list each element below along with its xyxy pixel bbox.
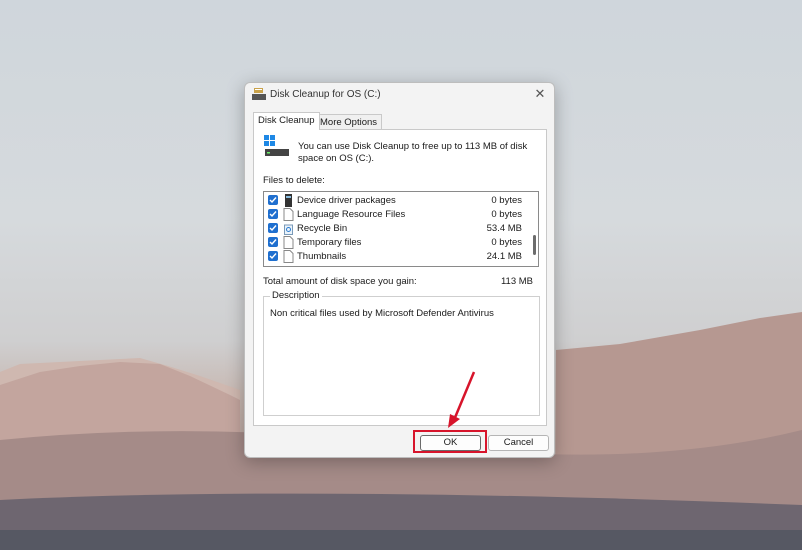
- file-name: Recycle Bin: [297, 223, 348, 234]
- files-list[interactable]: Device driver packages 0 bytes Language …: [263, 191, 539, 267]
- file-size: 53.4 MB: [486, 223, 522, 234]
- drive-icon: [264, 135, 289, 156]
- list-item[interactable]: Thumbnails 24.1 MB: [264, 250, 526, 264]
- driver-icon: [285, 194, 292, 207]
- checkmark-icon: [269, 253, 277, 260]
- checkbox[interactable]: [268, 209, 278, 219]
- file-size: 24.1 MB: [486, 251, 522, 262]
- scrollbar-thumb[interactable]: [533, 235, 536, 255]
- disk-cleanup-icon: [252, 88, 266, 100]
- checkmark-icon: [269, 225, 277, 232]
- file-name: Device driver packages: [297, 195, 396, 206]
- checkmark-icon: [269, 239, 277, 246]
- file-name: Thumbnails: [297, 251, 347, 262]
- description-text: Non critical files used by Microsoft Def…: [270, 308, 494, 319]
- checkmark-icon: [269, 197, 277, 204]
- disk-cleanup-dialog: Disk Cleanup for OS (C:) ✕ Disk Cleanup …: [244, 82, 555, 458]
- window-title: Disk Cleanup for OS (C:): [270, 89, 381, 100]
- close-button[interactable]: ✕: [532, 86, 548, 102]
- file-size: 0 bytes: [491, 237, 522, 248]
- total-value: 113 MB: [500, 276, 533, 287]
- description-legend: Description: [270, 290, 322, 301]
- checkbox[interactable]: [268, 223, 278, 233]
- total-label: Total amount of disk space you gain:: [263, 276, 417, 287]
- title-bar: Disk Cleanup for OS (C:) ✕: [245, 83, 554, 107]
- tab-more-options[interactable]: More Options: [315, 114, 383, 130]
- tab-panel: You can use Disk Cleanup to free up to 1…: [253, 129, 547, 426]
- list-item[interactable]: Language Resource Files 0 bytes: [264, 208, 526, 222]
- list-item[interactable]: Recycle Bin 53.4 MB: [264, 222, 526, 236]
- tab-disk-cleanup[interactable]: Disk Cleanup: [253, 112, 320, 130]
- annotation-arrow-icon: [448, 371, 476, 428]
- file-size: 0 bytes: [491, 195, 522, 206]
- file-size: 0 bytes: [491, 209, 522, 220]
- files-to-delete-label: Files to delete:: [263, 175, 325, 186]
- checkbox[interactable]: [268, 237, 278, 247]
- list-item[interactable]: Temporary files 0 bytes: [264, 236, 526, 250]
- file-name: Language Resource Files: [297, 209, 406, 220]
- checkmark-icon: [269, 211, 277, 218]
- list-item[interactable]: Device driver packages 0 bytes: [264, 194, 526, 208]
- file-icon: [283, 250, 294, 263]
- recycle-bin-icon: [284, 224, 293, 235]
- intro-text: You can use Disk Cleanup to free up to 1…: [298, 141, 528, 164]
- checkbox[interactable]: [268, 251, 278, 261]
- file-icon: [283, 208, 294, 221]
- close-icon: ✕: [534, 86, 546, 101]
- file-icon: [283, 236, 294, 249]
- checkbox[interactable]: [268, 195, 278, 205]
- cancel-button[interactable]: Cancel: [488, 435, 549, 451]
- file-name: Temporary files: [297, 237, 362, 248]
